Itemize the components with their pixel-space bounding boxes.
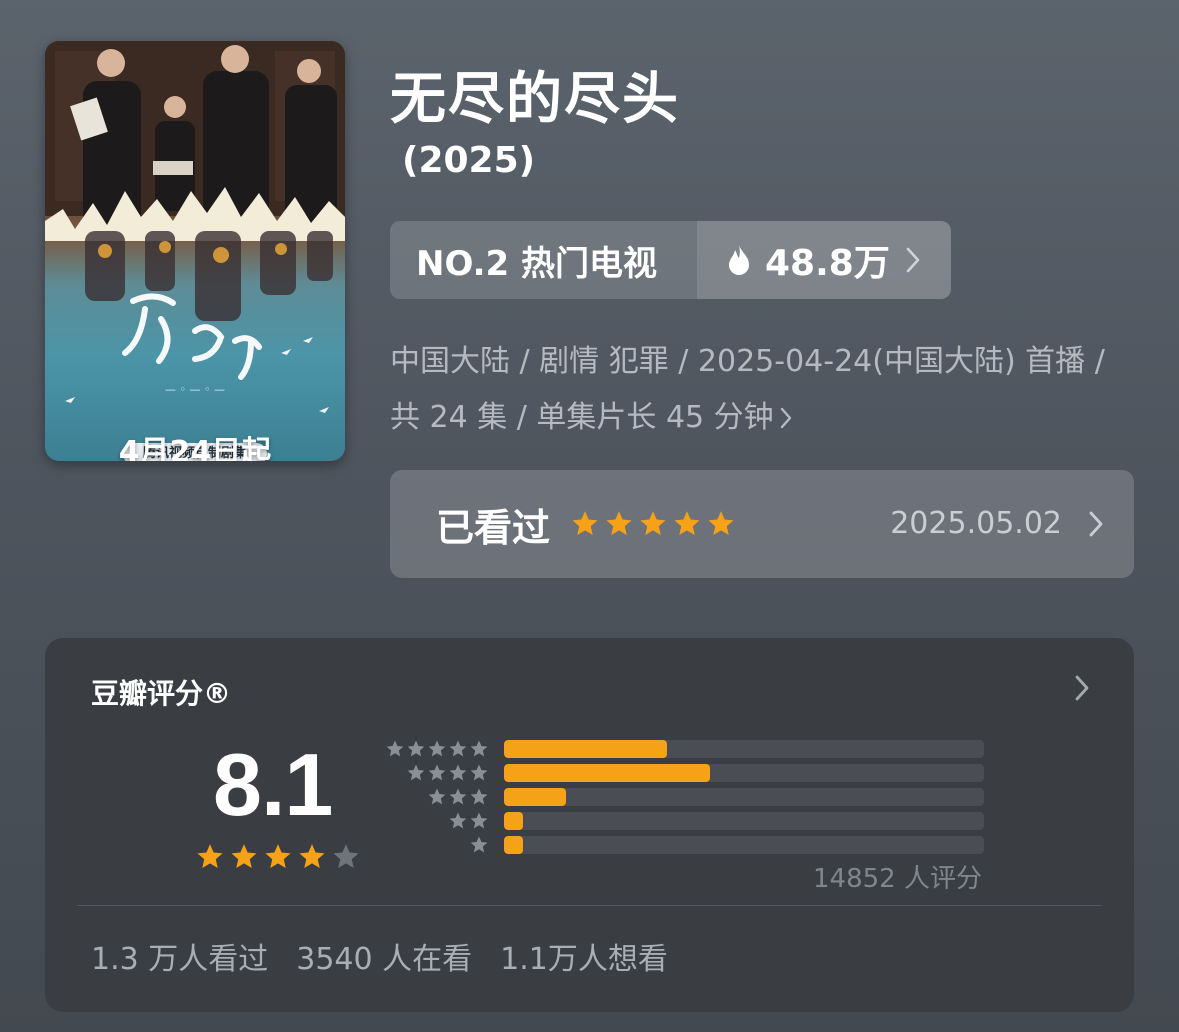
stat-want[interactable]: 1.1万人想看 — [500, 934, 668, 978]
my-rating-stars — [570, 509, 736, 539]
watched-date: 2025.05.02 — [890, 506, 1062, 541]
distribution-bar — [504, 812, 523, 830]
chevron-right-icon — [1089, 511, 1103, 537]
rank-bar[interactable]: NO.2 热门电视 48.8万 — [390, 221, 951, 299]
star-filled-icon — [640, 511, 666, 535]
distribution-stars — [385, 763, 489, 783]
distribution-row-2-star — [385, 810, 984, 832]
distribution-track — [504, 788, 984, 806]
stat-watched[interactable]: 1.3 万人看过 — [91, 934, 268, 978]
distribution-track — [504, 764, 984, 782]
distribution-stars — [385, 811, 489, 831]
douban-rating-card[interactable]: 豆瓣评分® 8.1 14852 人评分 1.3 万人看过 3540 人在看 1.… — [45, 638, 1134, 1012]
rank-label[interactable]: NO.2 热门电视 — [390, 221, 697, 299]
watched-card[interactable]: 已看过 2025.05.02 — [390, 470, 1134, 578]
distribution-stars — [385, 787, 489, 807]
star-icon — [470, 836, 488, 853]
poster-image[interactable]: — ◦ — ◦ — 腾讯视频自制剧集 4月24日起 — [45, 41, 345, 461]
star-filled-icon — [265, 844, 291, 868]
douban-score: 8.1 — [213, 735, 333, 834]
poster-date: 4月24日起 — [118, 435, 272, 461]
chevron-right-icon[interactable] — [1074, 674, 1090, 702]
star-icon — [470, 788, 488, 805]
star-icon — [449, 812, 467, 829]
star-empty-icon — [333, 844, 359, 868]
show-info[interactable]: 中国大陆 / 剧情 犯罪 / 2025-04-24(中国大陆) 首播 / 共 2… — [390, 334, 1135, 446]
star-icon — [449, 764, 467, 781]
flame-icon — [729, 245, 749, 275]
page-title: 无尽的尽头 — [390, 67, 680, 132]
douban-rating-title: 豆瓣评分® — [91, 677, 232, 710]
distribution-track — [504, 740, 984, 758]
distribution-stars — [385, 739, 489, 759]
star-filled-icon — [299, 844, 325, 868]
heat-value: 48.8万 — [765, 243, 890, 284]
star-filled-icon — [674, 511, 700, 535]
star-filled-icon — [606, 511, 632, 535]
distribution-track — [504, 812, 984, 830]
chevron-right-icon — [780, 407, 791, 429]
distribution-row-4-star — [385, 762, 984, 784]
distribution-stars — [385, 835, 489, 855]
star-filled-icon — [572, 511, 598, 535]
star-icon — [386, 740, 404, 757]
distribution-row-5-star — [385, 738, 984, 760]
star-icon — [449, 740, 467, 757]
star-icon — [428, 740, 446, 757]
distribution-bar — [504, 836, 523, 854]
distribution-row-1-star — [385, 834, 984, 856]
star-icon — [470, 812, 488, 829]
vote-count[interactable]: 14852 人评分 — [813, 858, 982, 895]
star-icon — [428, 788, 446, 805]
star-filled-icon — [197, 844, 223, 868]
star-icon — [407, 764, 425, 781]
distribution-bar — [504, 764, 710, 782]
divider — [77, 905, 1102, 906]
stat-watching[interactable]: 3540 人在看 — [296, 934, 472, 978]
show-info-text: 中国大陆 / 剧情 犯罪 / 2025-04-24(中国大陆) 首播 / 共 2… — [390, 344, 1105, 435]
star-filled-icon — [708, 511, 734, 535]
distribution-track — [504, 836, 984, 854]
distribution-bar — [504, 740, 667, 758]
heat-button[interactable]: 48.8万 — [697, 221, 951, 299]
star-filled-icon — [231, 844, 257, 868]
star-icon — [407, 740, 425, 757]
audience-stats: 1.3 万人看过 3540 人在看 1.1万人想看 — [91, 934, 668, 978]
chevron-right-icon — [906, 247, 920, 273]
distribution-row-3-star — [385, 786, 984, 808]
watched-label: 已看过 — [436, 505, 551, 550]
douban-score-stars — [195, 842, 361, 872]
star-icon — [470, 740, 488, 757]
distribution-bar — [504, 788, 566, 806]
star-icon — [470, 764, 488, 781]
release-year: (2025) — [402, 140, 536, 181]
star-icon — [428, 764, 446, 781]
star-icon — [449, 788, 467, 805]
